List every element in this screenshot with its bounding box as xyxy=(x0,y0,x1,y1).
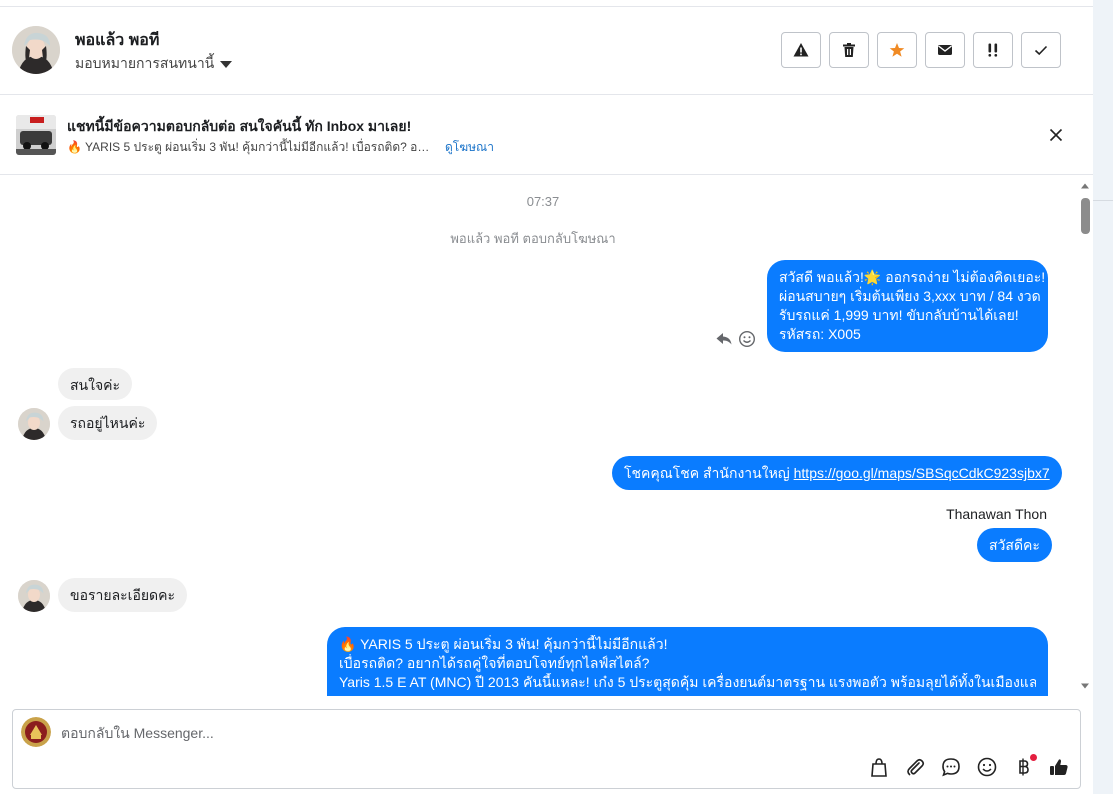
payment-button[interactable] xyxy=(1012,754,1037,778)
assign-label: มอบหมายการสนทนานี้ xyxy=(75,55,215,71)
message-line: Yaris 1.5 E AT (MNC) ปี 2013 คันนี้แหละ!… xyxy=(339,674,1036,690)
bag-icon xyxy=(871,758,887,777)
ad-snippet: 🔥 YARIS 5 ประตู ผ่อนเริ่ม 3 พัน! คุ้มกว่… xyxy=(67,140,435,154)
scroll-up-arrow-icon[interactable] xyxy=(1079,180,1091,192)
star-icon xyxy=(889,43,905,57)
right-panel-edge xyxy=(1093,0,1113,794)
incoming-message[interactable]: รถอยู่ไหนค่ะ xyxy=(58,406,158,440)
panel-divider xyxy=(1093,200,1113,201)
map-link[interactable]: https://goo.gl/maps/SBSqcCdkC923sjbx7 xyxy=(794,465,1050,481)
ad-banner-line: 🔥 YARIS 5 ประตู ผ่อนเริ่ม 3 พัน! คุ้มกว่… xyxy=(67,138,494,157)
send-like-button[interactable] xyxy=(1048,756,1070,778)
emoji-icon xyxy=(977,757,997,777)
timestamp: 07:37 xyxy=(526,194,560,209)
incoming-message[interactable]: สนใจค่ะ xyxy=(58,368,133,400)
notification-dot xyxy=(1030,754,1037,761)
message-line: ผ่อนสบายๆ เริ่มต้นเพียง 3,xxx บาท / 84 ง… xyxy=(779,288,1041,304)
messenger-inbox: พอแล้ว พอที มอบหมายการสนทนานี้ แชทนี้มีข… xyxy=(0,0,1093,794)
delete-button[interactable] xyxy=(829,32,869,68)
outgoing-message-greeting[interactable]: สวัสดี พอแล้ว!🌟 ออกรถง่าย ไม่ต้องคิดเยอะ… xyxy=(767,260,1048,352)
reply-composer xyxy=(12,709,1081,789)
mark-done-button[interactable] xyxy=(1021,32,1061,68)
mark-unread-button[interactable] xyxy=(925,32,965,68)
scrollbar-thumb[interactable] xyxy=(1081,198,1090,234)
composer-toolbar xyxy=(868,754,1070,778)
contact-name: พอแล้ว พอที xyxy=(75,32,160,49)
message-line: รับรถแค่ 1,999 บาท! ขับกลับบ้านได้เลย! xyxy=(779,307,1019,323)
system-message: พอแล้ว พอที ตอบกลับโฆษณา xyxy=(450,231,616,246)
action-toolbar xyxy=(781,32,1061,68)
outgoing-message-car-details[interactable]: 🔥 YARIS 5 ประตู ผ่อนเริ่ม 3 พัน! คุ้มกว่… xyxy=(327,627,1048,696)
page-avatar xyxy=(21,717,51,747)
message-line: รหัสรถ: X005 xyxy=(779,326,861,342)
priority-button[interactable] xyxy=(973,32,1013,68)
message-thread: 07:37 พอแล้ว พอที ตอบกลับโฆษณา สวัสดี พอ… xyxy=(0,176,1078,696)
message-line: เบื่อรถติด? อยากได้รถคู่ใจที่ตอบโจทย์ทุก… xyxy=(339,655,650,671)
reply-input[interactable] xyxy=(61,722,961,744)
message-text: โชคคุณโชค สำนักงานใหญ่ xyxy=(624,465,794,481)
close-icon[interactable] xyxy=(1046,125,1066,145)
ad-thumbnail[interactable] xyxy=(16,115,56,155)
paperclip-icon xyxy=(907,758,925,776)
sender-name: Thanawan Thon xyxy=(946,506,1047,522)
ad-banner-title: แชทนี้มีข้อความตอบกลับต่อ สนใจคันนี้ ทัก… xyxy=(67,118,412,134)
scroll-down-arrow-icon[interactable] xyxy=(1079,680,1091,692)
check-icon xyxy=(1034,45,1048,56)
mail-icon xyxy=(938,45,952,55)
shop-button[interactable] xyxy=(868,756,890,778)
spam-button[interactable] xyxy=(781,32,821,68)
thumbs-up-icon xyxy=(1050,759,1068,775)
outgoing-message-location[interactable]: โชคคุณโชค สำนักงานใหญ่ https://goo.gl/ma… xyxy=(612,456,1062,490)
incoming-message[interactable]: ขอรายละเอียดคะ xyxy=(58,578,188,612)
priority-icon xyxy=(988,43,998,57)
ad-reply-banner: แชทนี้มีข้อความตอบกลับต่อ สนใจคันนี้ ทัก… xyxy=(0,95,1093,175)
saved-replies-button[interactable] xyxy=(940,756,962,778)
react-emoji-icon[interactable] xyxy=(738,330,756,348)
message-line: สวัสดี พอแล้ว!🌟 ออกรถง่าย ไม่ต้องคิดเยอะ… xyxy=(779,269,1046,285)
contact-avatar[interactable] xyxy=(12,26,60,74)
contact-avatar-small[interactable] xyxy=(18,580,50,612)
trash-icon xyxy=(843,43,855,57)
warning-icon xyxy=(793,43,809,57)
view-ad-link[interactable]: ดูโฆษณา xyxy=(445,138,494,157)
conversation-header: พอแล้ว พอที มอบหมายการสนทนานี้ xyxy=(0,7,1093,95)
contact-avatar-small[interactable] xyxy=(18,408,50,440)
saved-reply-icon xyxy=(942,758,960,777)
reply-icon[interactable] xyxy=(715,330,733,348)
emoji-button[interactable] xyxy=(976,756,998,778)
star-button[interactable] xyxy=(877,32,917,68)
caret-down-icon xyxy=(220,60,233,68)
assign-conversation-dropdown[interactable]: มอบหมายการสนทนานี้ xyxy=(75,53,233,75)
message-line: 🔥 YARIS 5 ประตู ผ่อนเริ่ม 3 พัน! คุ้มกว่… xyxy=(339,636,668,652)
outgoing-message[interactable]: สวัสดีคะ xyxy=(977,528,1052,562)
attach-button[interactable] xyxy=(904,756,926,778)
